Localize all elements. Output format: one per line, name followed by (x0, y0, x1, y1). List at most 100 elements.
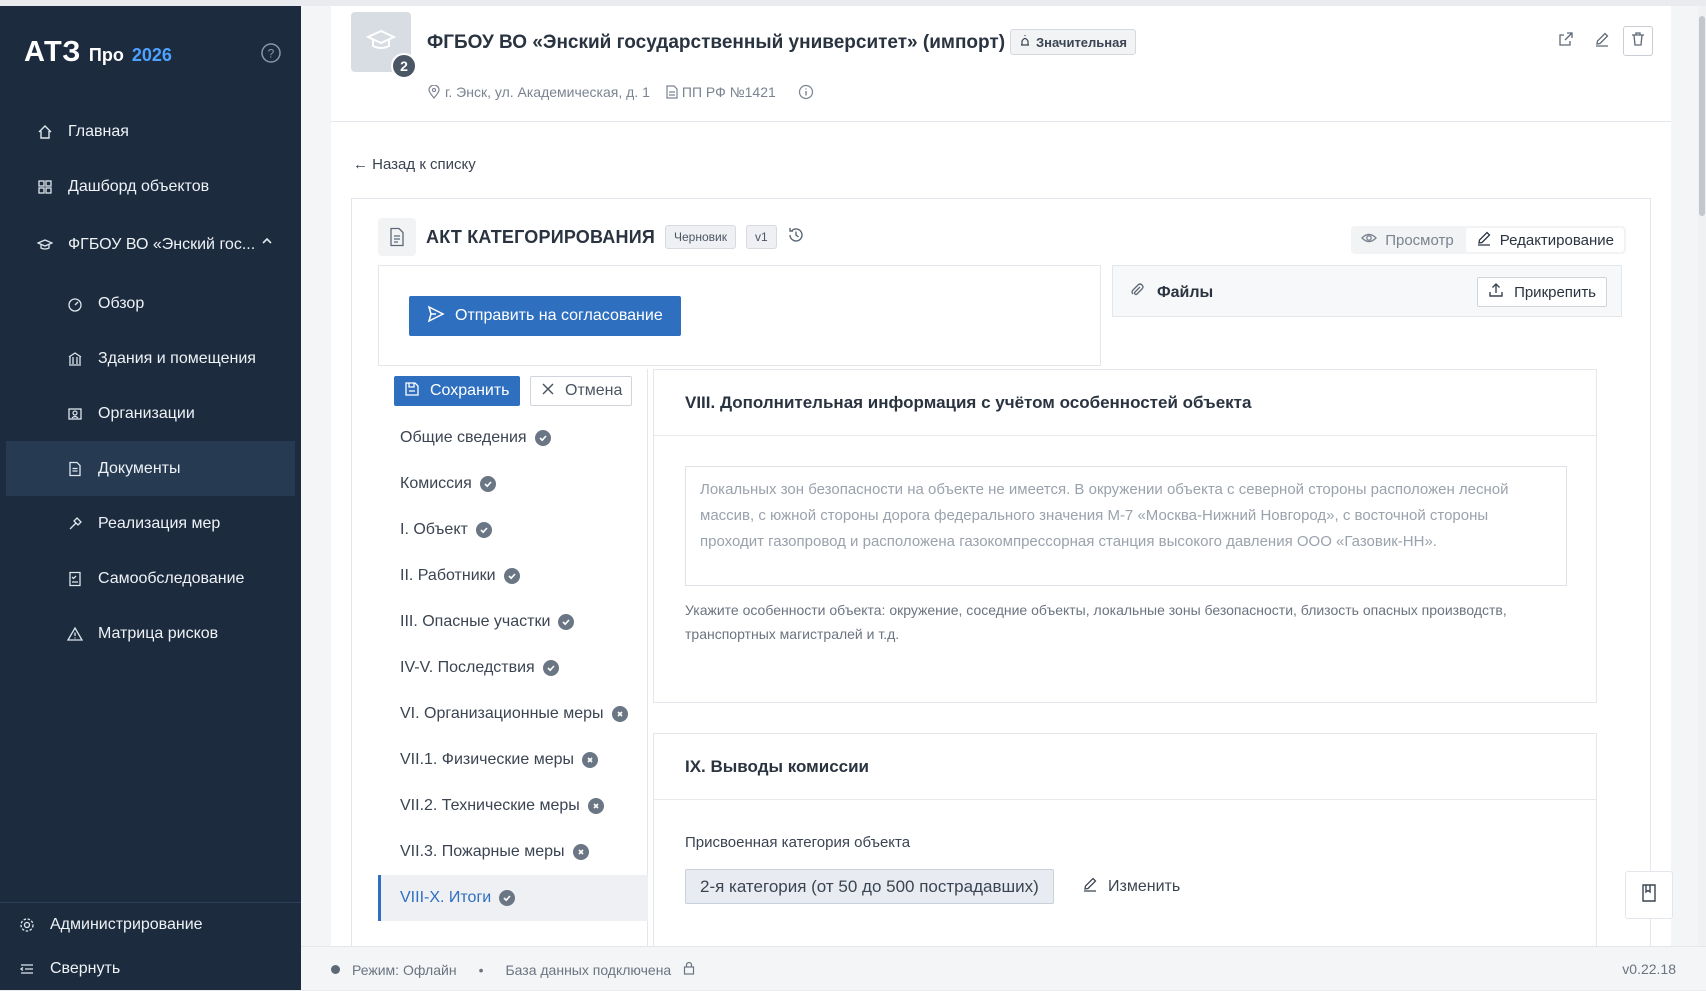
sidebar-item-measures[interactable]: Реализация мер (0, 496, 301, 551)
chevron-up-icon[interactable] (261, 234, 273, 252)
cancel-button[interactable]: Отмена (530, 376, 632, 406)
change-label: Изменить (1108, 877, 1181, 895)
trash-icon (1630, 31, 1646, 52)
brand-logo[interactable]: АТЗ Про 2026 (24, 36, 172, 76)
sidebar-item-collapse[interactable]: Свернуть (0, 947, 301, 991)
mode-view-button[interactable]: Просмотр (1351, 226, 1464, 254)
sidebar-item-label: Дашборд объектов (68, 177, 210, 195)
attach-label: Прикрепить (1514, 283, 1596, 301)
section-item-active[interactable]: VIII-X. Итоги (378, 875, 648, 921)
header-actions (1551, 26, 1653, 56)
open-external-button[interactable] (1551, 26, 1581, 56)
change-category-button[interactable]: Изменить (1082, 869, 1180, 904)
help-icon[interactable]: ? (260, 42, 282, 64)
sidebar-item-label: Документы (98, 459, 181, 477)
save-label: Сохранить (430, 382, 510, 399)
x-circle-icon (587, 798, 604, 814)
sidebar-nav: Главная Дашборд объектов ФГБОУ ВО «Энски… (0, 104, 301, 661)
section-label: I. Объект (400, 521, 468, 538)
send-for-approval-button[interactable]: Отправить на согласование (409, 296, 681, 336)
section-9-title: IX. Выводы комиссии (654, 734, 1596, 800)
collapse-icon (18, 960, 36, 978)
send-label: Отправить на согласование (455, 307, 663, 324)
section-label: II. Работники (400, 567, 496, 584)
svg-text:?: ? (268, 47, 275, 61)
category-value: 2-я категория (от 50 до 500 пострадавших… (685, 869, 1054, 904)
status-bar: Режим: Офлайн • База данных подключена v… (301, 946, 1706, 990)
cancel-label: Отмена (565, 382, 623, 399)
sidebar-item-home[interactable]: Главная (0, 104, 301, 159)
section-item[interactable]: I. Объект (378, 507, 648, 553)
mode-edit-label: Редактирование (1499, 231, 1614, 249)
sidebar-item-label: ФГБОУ ВО «Энский гос... (68, 236, 256, 253)
edit-button[interactable] (1587, 26, 1617, 56)
content: 2 ФГБОУ ВО «Энский государственный униве… (331, 6, 1671, 959)
info-icon[interactable] (798, 84, 814, 100)
sidebar-item-label: Организации (98, 404, 195, 422)
sidebar-item-organizations[interactable]: Организации (0, 386, 301, 441)
sidebar-item-overview[interactable]: Обзор (0, 276, 301, 331)
section-item[interactable]: II. Работники (378, 553, 648, 599)
x-circle-icon (581, 752, 598, 768)
section-label: VI. Организационные меры (400, 705, 604, 722)
status-left: Режим: Офлайн • База данных подключена (331, 961, 695, 978)
sidebar-item-documents[interactable]: Документы (6, 441, 295, 496)
page-title: ФГБОУ ВО «Энский государственный универс… (427, 32, 1006, 53)
additional-info-textarea[interactable]: Локальных зон безопасности на объекте не… (685, 466, 1567, 586)
section-label: VII.2. Технические меры (400, 797, 580, 814)
graduation-cap-icon (365, 25, 397, 60)
attach-button[interactable]: Прикрепить (1477, 277, 1607, 307)
notes-floating-button[interactable] (1625, 871, 1673, 919)
section-item[interactable]: Общие сведения (378, 415, 648, 461)
mode-switch: Просмотр Редактирование (1351, 226, 1626, 254)
significance-label: Значительная (1036, 34, 1127, 50)
save-button[interactable]: Сохранить (394, 376, 520, 406)
x-circle-icon (572, 844, 589, 860)
id-card-icon (66, 405, 84, 423)
delete-button[interactable] (1623, 26, 1653, 56)
significance-badge: Значительная (1010, 29, 1136, 55)
section-item[interactable]: IV-V. Последствия (378, 645, 648, 691)
home-icon (36, 123, 54, 141)
section-label: III. Опасные участки (400, 613, 551, 630)
back-to-list-link[interactable]: ← Назад к списку (353, 156, 476, 173)
section-item[interactable]: VII.2. Технические меры (378, 783, 648, 829)
mode-edit-button[interactable]: Редактирование (1465, 228, 1624, 252)
section-label: VII.3. Пожарные меры (400, 843, 565, 860)
version-badge: v1 (745, 225, 777, 249)
sidebar-item-dashboard[interactable]: Дашборд объектов (0, 159, 301, 214)
sidebar-item-admin[interactable]: Администрирование (0, 903, 301, 947)
sidebar: АТЗ Про 2026 ? Главная Дашборд объектов … (0, 6, 301, 990)
alarm-icon (1019, 34, 1031, 50)
send-icon (427, 305, 445, 328)
checklist-icon (66, 570, 84, 588)
sidebar-item-buildings[interactable]: Здания и помещения (0, 331, 301, 386)
document-card: АКТ КАТЕГОРИРОВАНИЯ Черновик v1 Просмотр… (351, 198, 1651, 959)
document-header: АКТ КАТЕГОРИРОВАНИЯ Черновик v1 (378, 217, 805, 257)
section-item[interactable]: VII.3. Пожарные меры (378, 829, 648, 875)
object-meta: г. Энск, ул. Академическая, д. 1 ПП РФ №… (427, 84, 814, 100)
object-header: 2 ФГБОУ ВО «Энский государственный униве… (331, 6, 1671, 122)
separator: • (478, 961, 484, 978)
check-circle-icon (542, 660, 559, 676)
regulation-text: ПП РФ №1421 (681, 84, 776, 100)
mode-view-label: Просмотр (1385, 231, 1454, 249)
additional-info-hint: Укажите особенности объекта: окружение, … (685, 602, 1507, 642)
regulation-icon (666, 85, 678, 99)
sidebar-item-label: Реализация мер (98, 514, 221, 532)
sidebar-item-object[interactable]: ФГБОУ ВО «Энский гос... (0, 214, 301, 276)
section-item[interactable]: VI. Организационные меры (378, 691, 648, 737)
files-label: Файлы (1157, 283, 1214, 301)
sidebar-item-risk-matrix[interactable]: Матрица рисков (0, 606, 301, 661)
history-icon[interactable] (787, 226, 805, 249)
sidebar-item-self-assessment[interactable]: Самообследование (0, 551, 301, 606)
section-item[interactable]: VII.1. Физические меры (378, 737, 648, 783)
scrollbar-thumb[interactable] (1699, 16, 1705, 216)
sidebar-item-label: Свернуть (50, 960, 121, 977)
sidebar-item-label: Матрица рисков (98, 624, 219, 642)
section-item[interactable]: III. Опасные участки (378, 599, 648, 645)
section-label: VIII-X. Итоги (400, 889, 492, 906)
location-pin-icon (427, 85, 441, 99)
section-item[interactable]: Комиссия (378, 461, 648, 507)
files-header: Файлы (1129, 282, 1213, 303)
